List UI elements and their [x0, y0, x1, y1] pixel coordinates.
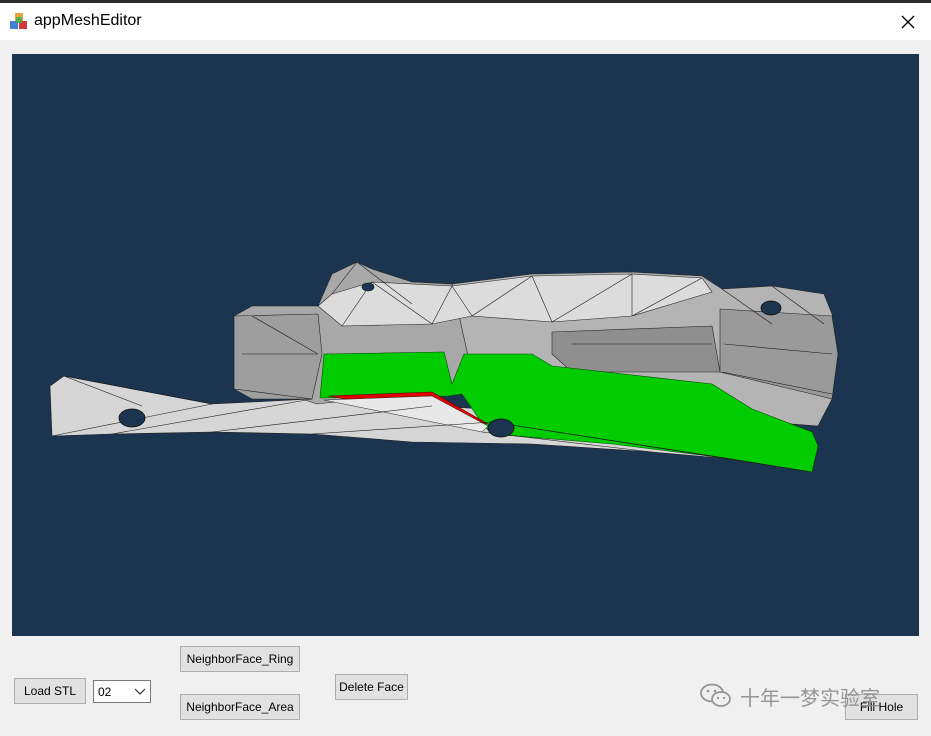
- chevron-down-icon: [134, 688, 146, 695]
- watermark-text: 十年一梦实验室: [740, 685, 880, 710]
- mesh-hole-top: [361, 282, 375, 292]
- mesh-hole-center: [487, 418, 515, 438]
- app-cubes-icon: [10, 13, 27, 29]
- mesh-select-dropdown[interactable]: 02: [93, 680, 151, 703]
- mesh-select-value: 02: [98, 685, 112, 699]
- load-stl-button[interactable]: Load STL: [14, 678, 86, 704]
- watermark: 十年一梦实验室: [700, 682, 880, 710]
- neighbor-face-area-button[interactable]: NeighborFace_Area: [180, 694, 300, 720]
- close-button[interactable]: [885, 3, 931, 40]
- mesh-hole-left: [118, 408, 146, 428]
- window-title: appMeshEditor: [34, 12, 142, 29]
- mesh-side-band-3: [233, 313, 323, 400]
- neighbor-face-ring-button[interactable]: NeighborFace_Ring: [180, 646, 300, 672]
- mesh-render: [49, 261, 839, 473]
- title-bar: appMeshEditor: [0, 3, 931, 40]
- wechat-icon: [700, 683, 731, 707]
- mesh-side-band-1: [551, 325, 721, 373]
- delete-face-button[interactable]: Delete Face: [335, 674, 408, 700]
- 3d-viewport[interactable]: [12, 54, 919, 636]
- mesh-hole-right: [760, 300, 782, 316]
- close-icon: [901, 15, 915, 28]
